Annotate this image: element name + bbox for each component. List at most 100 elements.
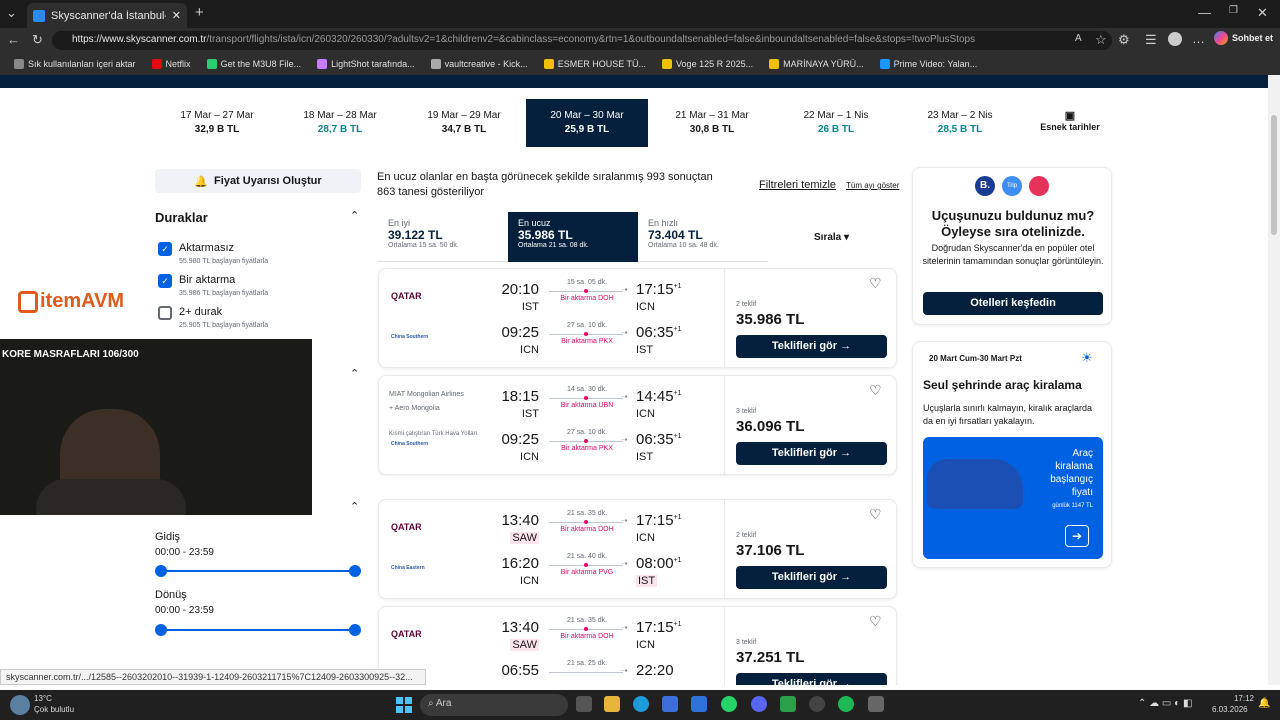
date-option[interactable]: 19 Mar – 29 Mar 34,7 B TL [402,99,526,147]
bookmark-item[interactable]: Prime Video: Yalan... [874,59,984,69]
start-icon[interactable] [396,697,412,713]
plane-icon: ➝ [621,328,628,337]
stop-dot [584,396,588,400]
date-option[interactable]: 20 Mar – 30 Mar 25,9 B TL [526,99,648,147]
date-option[interactable]: 17 Mar – 27 Mar 32,9 B TL [155,99,279,147]
bookmark-item[interactable]: Get the M3U8 File... [201,59,308,69]
flight-card[interactable]: QATAR 13:40 SAW 21 sa. 35 dk. ➝ Bir aktarma D… [378,499,897,600]
back-icon[interactable]: ← [7,32,20,47]
profile-avatar[interactable] [1168,32,1182,46]
date-option[interactable]: 22 Mar – 1 Nis 26 B TL [774,99,898,147]
departure-slider-max-handle[interactable] [349,565,361,577]
bookmark-item[interactable]: Netflix [146,59,197,69]
bookmark-item[interactable]: vaultcreative - Kick... [425,59,534,69]
heart-icon[interactable]: ♡ [869,613,882,630]
bookmark-item[interactable]: MARİNAYA YÜRÜ... [763,59,870,69]
chevron-up-icon[interactable]: ⌃ [350,500,359,513]
departure-airport: ICN [520,451,539,463]
flight-card[interactable]: MIAT Mongolian Airlines + Aero Mongolia K… [378,375,897,476]
see-offers-button[interactable]: Teklifleri gör → [736,566,887,589]
return-slider-max-handle[interactable] [349,624,361,636]
spotify-icon[interactable] [838,696,854,712]
stop-label: Bir aktarma [179,274,236,286]
clock-time: 17:12 [1233,694,1254,703]
tray-icons[interactable]: ⌃ ☁ ▭ ◐ ◧ [1138,698,1192,709]
close-tab-icon[interactable]: ✕ [172,9,181,22]
edge-icon[interactable] [633,696,649,712]
bookmark-item[interactable]: LightShot tarafında... [311,59,421,69]
sort-tab[interactable]: En hızlı 73.404 TL Ortalama 10 sa. 48 dk. [638,212,768,262]
game-icon[interactable] [868,696,884,712]
steam-icon[interactable] [809,696,825,712]
car-banner[interactable]: Araç kiralama başlangıç fiyatı günlük 11… [923,437,1103,559]
departure-time: 06:55 [501,662,539,679]
chevron-up-icon[interactable]: ⌃ [350,209,359,222]
favorites-icon[interactable]: ☰ [1145,32,1157,48]
sort-tab[interactable]: En ucuz 35.986 TL Ortalama 21 sa. 08 dk. [508,212,638,262]
mail-icon[interactable] [691,696,707,712]
bookmark-item[interactable]: Voge 125 R 2025... [656,59,759,69]
bookmark-item[interactable]: Sık kullanılanları içeri aktar [8,59,142,69]
app-icon[interactable] [780,696,796,712]
browser-tab[interactable]: Skyscanner'da İstanbul-Seul arası ✕ [27,3,187,28]
sort-tab[interactable]: En iyi 39.122 TL Ortalama 15 sa. 50 dk. [378,212,508,262]
show-month-link[interactable]: Tüm ayı göster [846,181,899,190]
favorite-star-icon[interactable]: ☆ [1095,32,1107,48]
stop-checkbox[interactable]: ✓ [158,242,172,256]
flexible-dates-label: Esnek tarihler [1040,122,1100,132]
heart-icon[interactable]: ♡ [869,506,882,523]
scrollbar-thumb[interactable] [1271,115,1277,235]
flight-card[interactable]: QATAR 13:40 SAW 21 sa. 35 dk. ➝ Bir aktarma D… [378,606,897,685]
see-offers-button[interactable]: Teklifleri gör → [736,335,887,358]
skyscanner-favicon-icon [33,9,45,22]
clear-filters-link[interactable]: Filtreleri temizle [759,179,836,191]
file-explorer-icon[interactable] [604,696,620,712]
departure-airport: ICN [520,575,539,587]
stop-dot [584,332,588,336]
stop-info: Bir aktarma DOH [560,633,614,640]
plane-icon: ➝ [621,559,628,568]
extensions-icon[interactable]: ⚙ [1118,32,1130,48]
chevron-up-icon[interactable]: ⌃ [350,367,359,380]
more-icon[interactable]: … [1192,31,1205,46]
arrival-time: 06:35+1 [636,324,682,341]
taskbar-search[interactable]: ⌕ Ara [420,694,568,716]
caret-down-icon: ▾ [844,232,850,243]
stop-checkbox[interactable] [158,306,172,320]
date-option[interactable]: 23 Mar – 2 Nis 28,5 B TL [898,99,1022,147]
sort-tab-label: En hızlı [648,218,679,228]
heart-icon[interactable]: ♡ [869,275,882,292]
store-icon[interactable] [662,696,678,712]
flight-card[interactable]: QATAR 20:10 IST 15 sa. 05 dk. ➝ Bir aktarma D… [378,268,897,369]
close-window-icon[interactable]: ✕ [1257,5,1268,21]
scrollbar[interactable] [1268,75,1280,685]
address-bar[interactable]: https://www.skyscanner.com.tr/transport/… [52,31,1112,50]
explore-hotels-button[interactable]: Otelleri keşfedin [923,292,1103,315]
bookmark-item[interactable]: ESMER HOUSE TÜ... [538,59,652,69]
sort-dropdown[interactable]: Sırala ▾ [814,232,849,243]
price-alert-button[interactable]: 🔔 Fiyat Uyarısı Oluştur [155,169,361,193]
tab-list-icon[interactable]: ⌄ [6,5,17,21]
heart-icon[interactable]: ♡ [869,382,882,399]
notification-icon[interactable]: 🔔 [1258,698,1270,709]
departure-slider-min-handle[interactable] [155,565,167,577]
date-option[interactable]: 21 Mar – 31 Mar 30,8 B TL [650,99,774,147]
refresh-icon[interactable]: ↻ [32,32,43,48]
date-option[interactable]: 18 Mar – 28 Mar 28,7 B TL [278,99,402,147]
task-view-icon[interactable] [576,696,592,712]
arrow-right-icon[interactable]: ➔ [1065,525,1089,547]
copilot-button[interactable]: Sohbet et [1214,31,1273,45]
minimize-icon[interactable]: — [1198,5,1211,20]
read-aloud-icon[interactable]: A [1075,33,1082,44]
date-price: 25,9 B TL [564,124,610,135]
whatsapp-icon[interactable] [721,696,737,712]
see-offers-button[interactable]: Teklifleri gör → [736,673,887,685]
restore-icon[interactable]: ❐ [1229,5,1238,16]
see-offers-button[interactable]: Teklifleri gör → [736,442,887,465]
new-tab-icon[interactable]: + [195,4,204,21]
airline-logo: QATAR [391,291,422,301]
return-slider-min-handle[interactable] [155,624,167,636]
discord-icon[interactable] [751,696,767,712]
stop-checkbox[interactable]: ✓ [158,274,172,288]
flexible-dates-button[interactable]: ▣ Esnek tarihler [1030,109,1110,132]
